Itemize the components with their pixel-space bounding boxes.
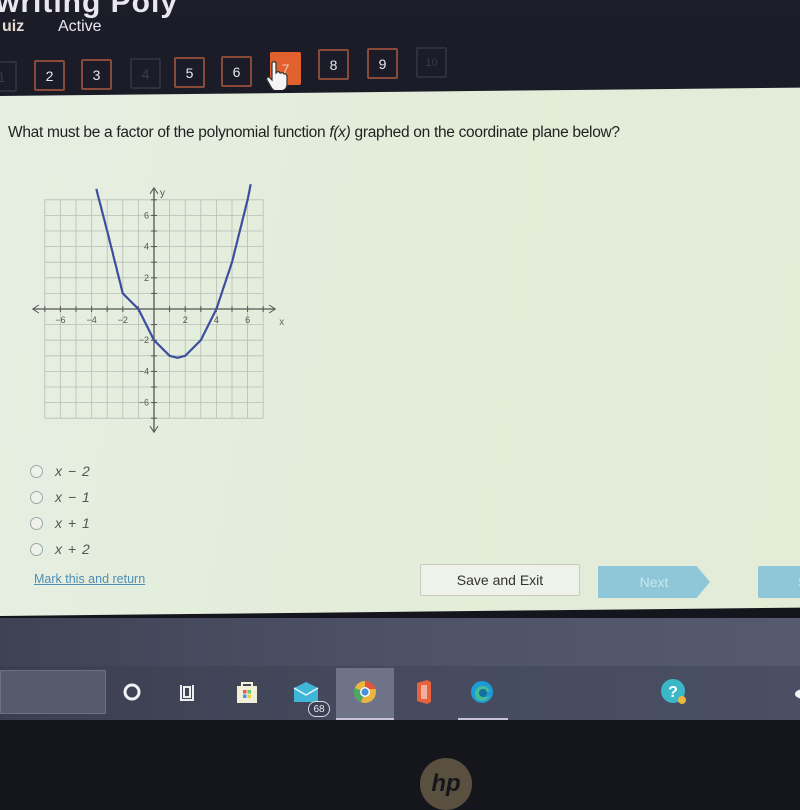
monitor-bezel: [0, 720, 800, 802]
quiz-type-label: uiz: [2, 18, 25, 35]
onedrive-icon[interactable]: [790, 678, 800, 706]
question-8-button[interactable]: 8: [318, 49, 349, 80]
choice-label: x + 2: [55, 541, 91, 557]
cortana-icon[interactable]: [118, 678, 146, 706]
next-button[interactable]: Next: [598, 566, 710, 598]
chrome-icon[interactable]: [351, 678, 379, 706]
radio-button[interactable]: [30, 490, 43, 504]
task-view-icon[interactable]: [174, 678, 202, 706]
answer-choices: x − 2 x − 1 x + 1 x + 2: [30, 458, 91, 562]
taskbar-search-box[interactable]: [0, 670, 106, 714]
choice-label: x − 2: [55, 463, 91, 479]
hand-cursor-icon: [266, 61, 288, 90]
choice-x-plus-2[interactable]: x + 2: [30, 536, 91, 562]
x-tick-label: 2: [183, 315, 188, 325]
svg-text:?: ?: [668, 684, 678, 701]
quiz-status: Active: [58, 18, 102, 35]
question-3-button[interactable]: 3: [81, 59, 112, 90]
x-axis-label: x: [279, 317, 284, 328]
question-text-before: What must be a factor of the polynomial …: [8, 124, 330, 141]
hp-logo: hp: [420, 758, 472, 810]
y-tick-label: −2: [139, 335, 149, 345]
desktop-background: [0, 618, 800, 666]
radio-button[interactable]: [30, 516, 43, 530]
y-tick-label: 4: [144, 242, 149, 252]
question-text: What must be a factor of the polynomial …: [8, 124, 620, 142]
help-icon[interactable]: ?: [660, 678, 688, 706]
mark-and-return-link[interactable]: Mark this and return: [34, 572, 145, 586]
choice-x-plus-1[interactable]: x + 1: [30, 510, 91, 536]
x-tick-label: 6: [245, 315, 250, 325]
store-icon[interactable]: [233, 678, 261, 706]
y-tick-label: −6: [139, 398, 149, 408]
taskbar: 68 ?: [0, 666, 800, 720]
y-tick-label: 6: [144, 210, 149, 220]
question-text-after: graphed on the coordinate plane below?: [350, 124, 621, 141]
page-title: writing Poly: [0, 0, 179, 19]
x-tick-label: −4: [86, 315, 96, 325]
question-5-button[interactable]: 5: [174, 57, 205, 88]
y-axis-label: y: [160, 188, 165, 199]
question-4-button: 4: [130, 58, 161, 89]
x-tick-label: 4: [214, 315, 219, 325]
question-panel: What must be a factor of the polynomial …: [0, 96, 800, 616]
x-tick-label: −2: [118, 315, 128, 325]
mail-unread-badge: 68: [308, 701, 330, 717]
choice-label: x − 1: [55, 489, 91, 505]
submit-button[interactable]: S: [758, 566, 800, 598]
radio-button[interactable]: [30, 464, 43, 478]
choice-x-minus-1[interactable]: x − 1: [30, 484, 91, 510]
y-tick-label: −4: [139, 366, 149, 376]
office-icon[interactable]: [410, 678, 438, 706]
question-10-button: 10: [416, 47, 447, 78]
y-tick-label: 2: [144, 273, 149, 283]
function-curve: [95, 183, 252, 359]
choice-x-minus-2[interactable]: x − 2: [30, 458, 91, 484]
x-tick-label: −6: [55, 315, 65, 325]
question-2-button[interactable]: 2: [34, 60, 65, 91]
save-and-exit-button[interactable]: Save and Exit: [420, 564, 580, 596]
question-9-button[interactable]: 9: [367, 48, 398, 79]
radio-button[interactable]: [30, 542, 43, 556]
coordinate-plane-graph: −6 −4 −2 2 4 6 −6 −4 −2 2 4 6 x y: [31, 183, 284, 434]
question-1-button: 1: [0, 61, 17, 92]
function-name: f(x): [329, 124, 351, 141]
screen: writing Poly uiz Active 1 2 3 4 5 6 7 8 …: [0, 0, 800, 810]
choice-label: x + 1: [55, 515, 91, 531]
edge-icon[interactable]: [468, 678, 496, 706]
question-6-button[interactable]: 6: [221, 56, 252, 87]
